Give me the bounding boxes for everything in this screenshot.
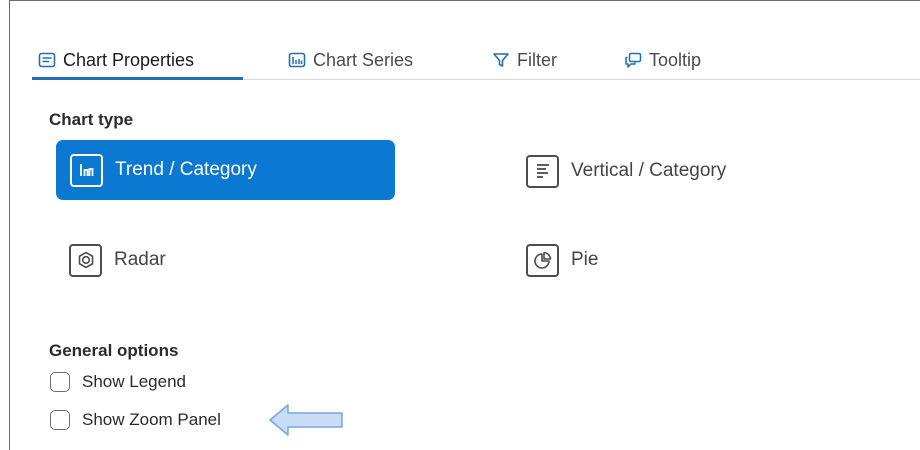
- radar-icon: [69, 243, 102, 277]
- show-legend-option: Show Legend: [50, 372, 186, 392]
- chart-type-vertical-category[interactable]: Vertical / Category: [526, 153, 726, 189]
- tooltip-icon: [624, 51, 642, 69]
- tab-label: Tooltip: [649, 49, 702, 70]
- chart-type-trend-category[interactable]: Trend / Category: [56, 140, 395, 200]
- chart-series-icon: [288, 51, 306, 69]
- tab-bar: Chart Properties Chart Series Filter Too…: [32, 40, 920, 80]
- show-zoom-panel-checkbox[interactable]: [50, 410, 70, 430]
- tab-chart-series[interactable]: Chart Series: [282, 40, 419, 80]
- tab-label: Chart Series: [313, 49, 414, 70]
- panel-left-border: [9, 0, 10, 450]
- active-tab-indicator: [32, 77, 243, 80]
- checkbox-label: Show Zoom Panel: [82, 410, 221, 429]
- tab-chart-properties[interactable]: Chart Properties: [32, 40, 200, 80]
- option-label: Radar: [114, 249, 166, 270]
- panel-top-border: [9, 0, 920, 1]
- pie-icon: [526, 243, 559, 277]
- chart-type-heading: Chart type: [49, 110, 134, 129]
- option-label: Vertical / Category: [571, 160, 727, 181]
- left-arrow-icon: [269, 404, 343, 436]
- show-zoom-panel-option: Show Zoom Panel: [50, 410, 221, 430]
- checkbox-label: Show Legend: [82, 372, 186, 391]
- option-label: Pie: [571, 249, 599, 270]
- chart-type-pie[interactable]: Pie: [526, 242, 598, 278]
- tab-label: Filter: [517, 49, 557, 70]
- trend-category-icon: [70, 153, 103, 187]
- tab-tooltip[interactable]: Tooltip: [618, 40, 707, 80]
- option-label: Trend / Category: [115, 159, 257, 180]
- chart-properties-icon: [38, 51, 56, 69]
- vertical-category-icon: [526, 154, 559, 188]
- general-options-heading: General options: [49, 341, 179, 360]
- show-legend-checkbox[interactable]: [50, 372, 70, 392]
- tab-filter[interactable]: Filter: [486, 40, 563, 80]
- chart-type-radar[interactable]: Radar: [69, 242, 166, 278]
- tab-label: Chart Properties: [63, 49, 195, 70]
- filter-icon: [492, 51, 510, 69]
